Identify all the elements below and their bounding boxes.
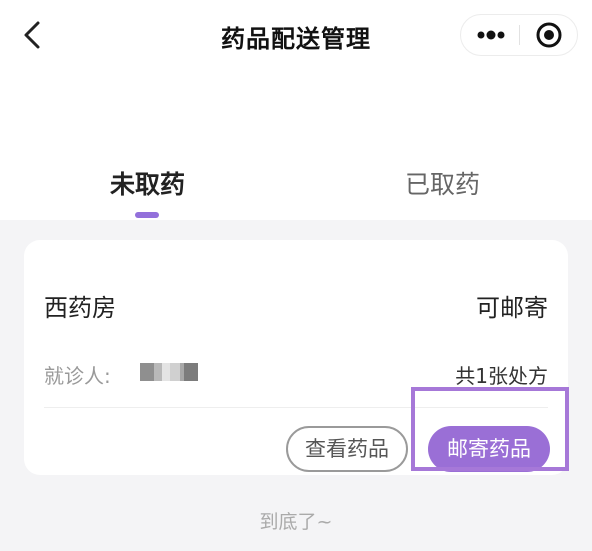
active-tab-indicator — [135, 212, 159, 218]
more-dots-icon — [477, 30, 505, 40]
nav-bar: 药品配送管理 — [0, 0, 592, 70]
mail-medicine-button[interactable]: 邮寄药品 — [428, 426, 550, 472]
menu-capsule — [460, 14, 578, 56]
patient-label: 就诊人: — [44, 364, 111, 388]
more-button[interactable] — [461, 15, 519, 55]
close-miniprogram-button[interactable] — [521, 15, 577, 55]
content-area: 西药房 可邮寄 就诊人: 共1张处方 查看药品 邮寄药品 到底了~ — [0, 220, 592, 551]
card-divider — [44, 407, 548, 408]
view-medicine-button[interactable]: 查看药品 — [286, 426, 408, 472]
capsule-divider — [519, 25, 520, 45]
tab-picked-up[interactable]: 已取药 — [405, 165, 480, 201]
patient-name-redacted — [140, 363, 198, 381]
prescription-card: 西药房 可邮寄 就诊人: 共1张处方 查看药品 邮寄药品 — [24, 240, 568, 475]
end-of-list-text: 到底了~ — [259, 511, 333, 533]
pharmacy-name: 西药房 — [44, 294, 116, 322]
target-icon — [536, 22, 562, 48]
tab-bar: 未取药 已取药 — [0, 148, 592, 220]
shipping-status: 可邮寄 — [476, 294, 548, 322]
tab-not-picked-up[interactable]: 未取药 — [110, 165, 185, 201]
prescription-count: 共1张处方 — [455, 364, 548, 388]
